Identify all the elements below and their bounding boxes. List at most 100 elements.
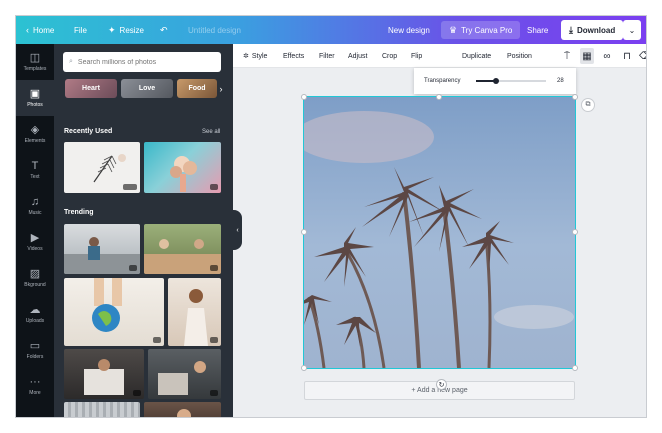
photo-thumbnail[interactable] — [64, 224, 140, 274]
photo-icon: ▣ — [29, 87, 41, 100]
see-all-link[interactable]: See all — [202, 129, 220, 135]
rail-label: More — [29, 389, 41, 396]
rail-videos[interactable]: ▶ Videos — [16, 224, 54, 260]
photo-thumbnail[interactable] — [144, 402, 221, 417]
resize-handle-bottom-right[interactable] — [572, 365, 578, 371]
rail-label: Uploads — [25, 317, 45, 324]
premium-badge — [129, 265, 137, 271]
upload-icon: ☁ — [29, 303, 41, 316]
photo-thumbnail[interactable] — [64, 142, 140, 193]
resize-handle-top-right[interactable] — [572, 94, 578, 100]
background-icon: ▨ — [29, 267, 41, 280]
resize-handle-right[interactable] — [572, 229, 578, 235]
design-page[interactable] — [303, 96, 576, 369]
resize-icon: ✦ — [108, 24, 116, 35]
photo-thumbnail[interactable] — [144, 142, 221, 193]
rail-bkground[interactable]: ▨ Bkground — [16, 260, 54, 296]
collapse-panel-button[interactable]: ‹ — [233, 210, 242, 250]
elements-icon: ◈ — [30, 123, 40, 136]
file-menu[interactable]: File — [74, 16, 87, 44]
photo-thumbnail[interactable] — [64, 278, 164, 346]
home-button[interactable]: ‹ Home — [26, 16, 54, 44]
recently-used-heading: Recently Used — [64, 128, 113, 135]
filter-button[interactable]: Filter — [319, 44, 335, 68]
undo-button[interactable]: ↶ — [160, 16, 168, 44]
download-options-button[interactable]: ⌄ — [623, 20, 641, 40]
rail-folders[interactable]: ▭ Folders — [16, 332, 54, 368]
video-icon: ▶ — [30, 231, 40, 244]
rail-label: Elements — [24, 137, 46, 144]
transparency-slider[interactable] — [476, 78, 546, 84]
crop-button[interactable]: Crop — [382, 44, 397, 68]
more-icon: ··· — [29, 375, 41, 388]
copy-page-icon[interactable]: ⧉ — [581, 98, 595, 112]
photo-thumbnail[interactable] — [64, 402, 140, 417]
rail-label: Folders — [26, 353, 44, 360]
trash-icon[interactable]: ⌫ — [639, 44, 646, 68]
chip-heart[interactable]: Heart — [65, 79, 117, 98]
edit-toolbar: ✲ Style Effects Filter Adjust Crop Flip … — [233, 44, 646, 68]
premium-badge — [210, 390, 218, 396]
search-box[interactable]: ⌕ — [63, 52, 221, 72]
resize-handle-top[interactable] — [436, 94, 442, 100]
rail-uploads[interactable]: ☁ Uploads — [16, 296, 54, 332]
transparency-popover: Transparency 28 — [414, 68, 576, 94]
download-icon: ⤓ — [569, 24, 573, 35]
top-bar: ‹ Home File ✦ Resize ↶ Untitled design N… — [16, 16, 646, 44]
globe-photo — [92, 278, 122, 332]
try-canva-pro-button[interactable]: ♛ Try Canva Pro — [441, 21, 521, 39]
photo-thumbnail[interactable] — [144, 224, 221, 274]
adjust-button[interactable]: Adjust — [348, 44, 367, 68]
rail-label: Videos — [27, 245, 43, 252]
premium-badge — [210, 337, 218, 343]
photo-thumbnail[interactable] — [168, 278, 221, 346]
photo-thumbnail[interactable] — [64, 349, 144, 399]
left-rail: ◫ Templates ▣ Photos ◈ Elements T Text ♫ Music ▶ Vi… — [16, 44, 54, 417]
document-title[interactable]: Untitled design — [188, 16, 241, 44]
lock-icon[interactable]: ⊓ — [620, 44, 634, 68]
rail-label: Templates — [23, 65, 47, 72]
palm-trees-photo — [304, 97, 575, 368]
new-design-button[interactable]: New design — [388, 16, 430, 44]
transparency-value[interactable]: 28 — [557, 78, 564, 84]
photo-thumbnail[interactable] — [148, 349, 221, 399]
folder-icon: ▭ — [29, 339, 41, 352]
style-button[interactable]: ✲ Style — [243, 44, 267, 68]
rail-more[interactable]: ··· More — [16, 368, 54, 404]
rail-elements[interactable]: ◈ Elements — [16, 116, 54, 152]
text-icon: T — [31, 159, 39, 172]
link-icon[interactable]: ∞ — [600, 44, 614, 68]
chip-love[interactable]: Love — [121, 79, 173, 98]
premium-badge — [210, 265, 218, 271]
search-input[interactable] — [77, 58, 208, 66]
chip-food[interactable]: Food — [177, 79, 217, 98]
resize-handle-bottom-left[interactable] — [301, 365, 307, 371]
transparency-label: Transparency — [424, 78, 461, 84]
effects-button[interactable]: Effects — [283, 44, 304, 68]
chevron-down-icon: ⌄ — [628, 25, 636, 35]
premium-badge — [153, 337, 161, 343]
rail-music[interactable]: ♫ Music — [16, 188, 54, 224]
premium-badge — [133, 390, 141, 396]
resize-button[interactable]: ✦ Resize — [108, 16, 144, 44]
download-button[interactable]: ⤓ Download — [561, 20, 624, 40]
resize-handle-top-left[interactable] — [301, 94, 307, 100]
rail-photos[interactable]: ▣ Photos — [16, 80, 54, 116]
rail-label: Text — [30, 173, 40, 180]
photos-panel: ⌕ Heart Love Food › Recently Used See al… — [54, 44, 233, 417]
resize-handle-left[interactable] — [301, 229, 307, 235]
flip-button[interactable]: Flip — [411, 44, 422, 68]
position-button[interactable]: Position — [507, 44, 532, 68]
duplicate-button[interactable]: Duplicate — [462, 44, 491, 68]
rotate-icon[interactable]: ↻ — [436, 379, 447, 390]
chips-next-arrow[interactable]: › — [216, 79, 226, 98]
rail-templates[interactable]: ◫ Templates — [16, 44, 54, 80]
transparency-slider-handle[interactable] — [492, 78, 499, 84]
undo-icon: ↶ — [160, 24, 168, 35]
share-button[interactable]: Share — [527, 16, 548, 44]
transparency-icon[interactable]: ▦ — [580, 48, 594, 64]
rail-text[interactable]: T Text — [16, 152, 54, 188]
canva-editor-window: ‹ Home File ✦ Resize ↶ Untitled design N… — [16, 16, 646, 417]
paint-roller-icon[interactable]: ⍑ — [560, 44, 574, 68]
chevron-left-icon: ‹ — [26, 25, 29, 35]
